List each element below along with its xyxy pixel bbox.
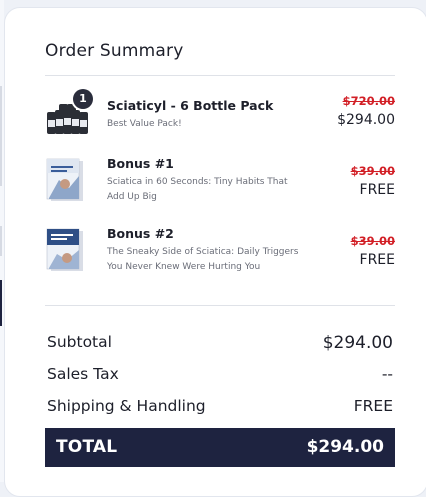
bottle-pack-icon: 1 xyxy=(45,89,93,142)
left-panel-button-edge xyxy=(0,280,2,326)
sales-tax-label: Sales Tax xyxy=(47,365,119,383)
left-panel-border xyxy=(0,86,2,186)
sales-tax-row: Sales Tax -- xyxy=(47,365,393,387)
total-value: $294.00 xyxy=(306,437,384,457)
shipping-label: Shipping & Handling xyxy=(47,397,206,415)
item-price: FREE xyxy=(359,182,395,198)
line-item-bonus: Bonus #1 Sciatica in 60 Seconds: Tiny Ha… xyxy=(45,156,395,204)
item-price: $294.00 xyxy=(337,112,395,128)
ebook-cover-icon xyxy=(45,156,89,201)
subtotal-label: Subtotal xyxy=(47,333,112,351)
line-item-bonus: Bonus #2 The Sneaky Side of Sciatica: Da… xyxy=(45,226,395,274)
shipping-value: FREE xyxy=(353,397,393,415)
order-summary-title: Order Summary xyxy=(45,41,184,61)
item-description: Best Value Pack! xyxy=(107,119,182,129)
item-name: Bonus #2 xyxy=(107,226,174,241)
sales-tax-value: -- xyxy=(381,365,393,383)
item-description: Sciatica in 60 Seconds: Tiny Habits That… xyxy=(107,177,288,202)
divider xyxy=(45,305,395,306)
left-panel-border xyxy=(0,226,2,256)
shipping-row: Shipping & Handling FREE xyxy=(47,397,393,419)
total-label: TOTAL xyxy=(56,437,118,457)
divider xyxy=(45,75,395,76)
subtotal-value: $294.00 xyxy=(322,333,393,353)
item-name: Sciaticyl - 6 Bottle Pack xyxy=(107,98,274,113)
original-price: $39.00 xyxy=(350,234,395,248)
ebook-cover-icon xyxy=(45,226,89,271)
original-price: $39.00 xyxy=(350,164,395,178)
line-item-product: 1 Sciaticyl - 6 Bottle Pack Best Value P… xyxy=(45,89,395,138)
item-price: FREE xyxy=(359,252,395,268)
original-price: $720.00 xyxy=(342,94,395,108)
subtotal-row: Subtotal $294.00 xyxy=(47,333,393,355)
item-description: The Sneaky Side of Sciatica: Daily Trigg… xyxy=(107,247,299,272)
quantity-badge: 1 xyxy=(73,89,93,109)
total-bar: TOTAL $294.00 xyxy=(45,428,395,467)
item-name: Bonus #1 xyxy=(107,156,174,171)
